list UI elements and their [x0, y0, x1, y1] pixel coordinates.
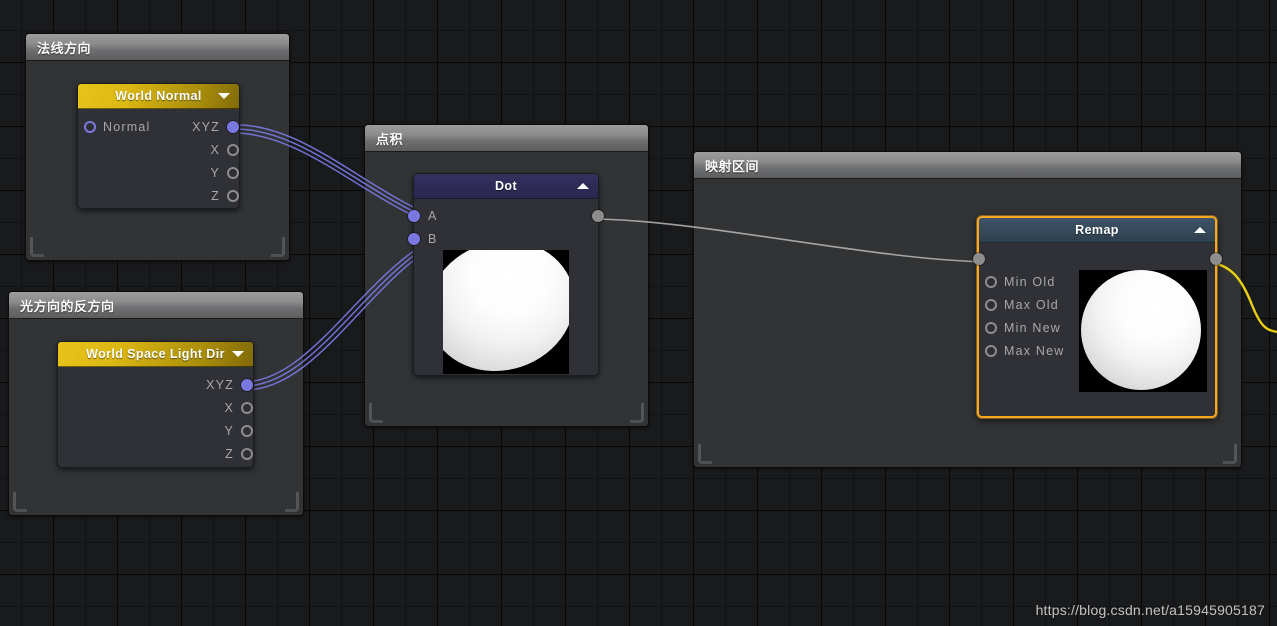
output-pin-y[interactable]: [227, 166, 239, 179]
node-header[interactable]: World Space Light Dir: [58, 342, 253, 367]
node-row: Normal XYZ: [78, 115, 239, 138]
node-title: World Normal: [115, 89, 202, 103]
input-pin-min-old[interactable]: [985, 275, 997, 288]
node-header[interactable]: Dot: [414, 174, 598, 199]
input-pin-a[interactable]: [408, 209, 420, 222]
group-title: 法线方向: [37, 40, 92, 56]
watermark-url: https://blog.csdn.net/a15945905187: [1035, 602, 1265, 618]
node-row: [973, 248, 1222, 270]
node-body: A B: [408, 199, 604, 382]
node-header[interactable]: World Normal: [78, 84, 239, 109]
node-body: Min Old Max Old Min New Max New: [973, 243, 1222, 392]
input-pin-b[interactable]: [408, 232, 420, 245]
node-row: Max New: [979, 339, 1215, 362]
resize-grip-left-icon[interactable]: [30, 237, 44, 257]
node-row: B: [408, 227, 598, 250]
resize-grip-right-icon[interactable]: [630, 403, 644, 423]
dot-preview-thumbnail: [443, 250, 569, 374]
resize-grip-left-icon[interactable]: [698, 444, 712, 464]
node-body: Normal XYZ X Y Z: [78, 109, 239, 215]
output-pin-x[interactable]: [227, 143, 239, 156]
output-pin-x[interactable]: [241, 401, 253, 414]
group-header[interactable]: 映射区间: [694, 152, 1241, 179]
output-pin-xyz[interactable]: [227, 120, 239, 133]
node-row: XYZ: [58, 373, 253, 396]
input-pin-max-old[interactable]: [985, 298, 997, 311]
group-title: 映射区间: [705, 158, 760, 174]
node-row: Max Old: [979, 293, 1215, 316]
node-title: World Space Light Dir: [86, 347, 225, 361]
output-pin-z[interactable]: [227, 189, 239, 202]
output-pin-y[interactable]: [241, 424, 253, 437]
node-row: Min Old: [979, 270, 1215, 293]
output-label-z: Z: [211, 188, 220, 203]
output-pin-xyz[interactable]: [241, 378, 253, 391]
resize-grip-left-icon[interactable]: [369, 403, 383, 423]
node-row: Y: [58, 419, 253, 442]
input-label-max-new: Max New: [1004, 343, 1065, 358]
group-title: 点积: [376, 131, 404, 147]
input-label-min-new: Min New: [1004, 320, 1062, 335]
output-label-xyz: XYZ: [206, 377, 234, 392]
input-label-normal: Normal: [103, 119, 151, 134]
output-label-x: X: [224, 400, 234, 415]
chevron-up-icon[interactable]: [1194, 227, 1206, 233]
output-label-z: Z: [225, 446, 234, 461]
output-label-x: X: [210, 142, 220, 157]
output-label-y: Y: [210, 165, 220, 180]
resize-grip-right-icon[interactable]: [1223, 444, 1237, 464]
node-title: Dot: [494, 179, 518, 193]
input-label-b: B: [428, 231, 438, 246]
output-label-y: Y: [224, 423, 234, 438]
node-world-space-light-dir[interactable]: World Space Light Dir XYZ X Y Z: [57, 341, 254, 468]
chevron-down-icon[interactable]: [232, 351, 244, 357]
node-remap[interactable]: Remap Min Old Max Old Min New Max New: [973, 216, 1222, 418]
node-row: Min New: [979, 316, 1215, 339]
input-label-a: A: [428, 208, 438, 223]
group-title: 光方向的反方向: [20, 298, 115, 314]
node-row: X: [78, 138, 239, 161]
group-header[interactable]: 光方向的反方向: [9, 292, 303, 319]
output-pin-result[interactable]: [1210, 253, 1222, 265]
output-label-xyz: XYZ: [192, 119, 220, 134]
node-row: Y: [78, 161, 239, 184]
output-pin-result[interactable]: [592, 210, 604, 222]
node-row: A: [408, 204, 604, 227]
resize-grip-left-icon[interactable]: [13, 492, 27, 512]
node-editor-canvas[interactable]: 法线方向 光方向的反方向 点积 映射区间 World Normal Normal…: [0, 0, 1277, 626]
node-title: Remap: [1075, 223, 1119, 237]
input-label-max-old: Max Old: [1004, 297, 1059, 312]
output-pin-z[interactable]: [241, 447, 253, 460]
node-row: Z: [78, 184, 239, 207]
input-pin-max-new[interactable]: [985, 344, 997, 357]
input-pin-normal[interactable]: [84, 120, 96, 133]
group-header[interactable]: 法线方向: [26, 34, 289, 61]
input-label-min-old: Min Old: [1004, 274, 1056, 289]
node-body: XYZ X Y Z: [58, 367, 253, 473]
node-row: X: [58, 396, 253, 419]
node-world-normal[interactable]: World Normal Normal XYZ X Y Z: [77, 83, 240, 209]
input-pin-min-new[interactable]: [985, 321, 997, 334]
chevron-down-icon[interactable]: [218, 93, 230, 99]
chevron-up-icon[interactable]: [577, 183, 589, 189]
preview-shape: [443, 250, 569, 374]
node-header[interactable]: Remap: [979, 218, 1215, 243]
input-pin-value[interactable]: [973, 253, 985, 265]
resize-grip-right-icon[interactable]: [271, 237, 285, 257]
group-header[interactable]: 点积: [365, 125, 648, 152]
node-dot[interactable]: Dot A B: [408, 173, 604, 376]
node-row: Z: [58, 442, 253, 465]
resize-grip-right-icon[interactable]: [285, 492, 299, 512]
